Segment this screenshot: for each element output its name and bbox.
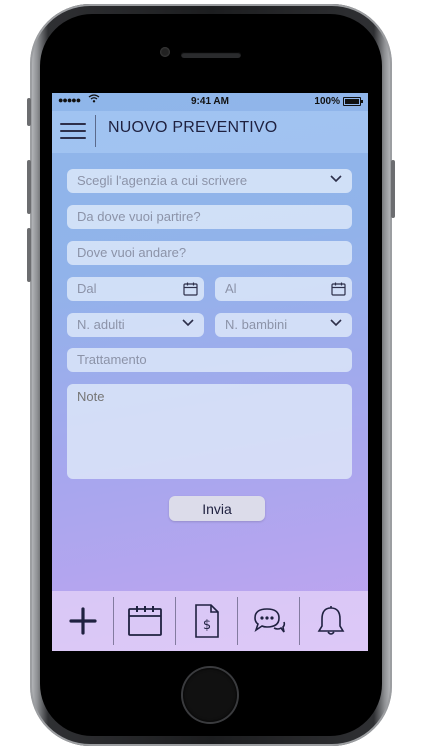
destination-input[interactable]: Dove vuoi andare?: [67, 241, 352, 265]
date-from-input[interactable]: Dal: [67, 277, 204, 301]
header-divider: [95, 115, 96, 147]
svg-text:$: $: [203, 618, 211, 633]
date-from-placeholder: Dal: [77, 281, 97, 296]
battery-icon: [343, 97, 363, 106]
destination-input-placeholder: Dove vuoi andare?: [77, 245, 187, 260]
departure-input-placeholder: Da dove vuoi partire?: [77, 209, 201, 224]
volume-up-button: [27, 160, 31, 214]
front-camera: [160, 47, 170, 57]
power-button: [391, 160, 395, 218]
adults-select[interactable]: N. adulti: [67, 313, 204, 337]
battery-percent: 100%: [314, 96, 340, 107]
app-screen: ●●●●● 9:41 AM 100% NUOVO PREVENTIVO Sceg…: [52, 93, 368, 651]
invoice-icon: $: [195, 604, 219, 638]
tab-messages[interactable]: [238, 591, 300, 651]
bell-icon: [317, 606, 345, 635]
date-to-input[interactable]: Al: [215, 277, 352, 301]
notes-textarea[interactable]: [67, 384, 352, 479]
earpiece-speaker: [181, 52, 241, 58]
app-header: NUOVO PREVENTIVO: [52, 111, 368, 153]
adults-select-placeholder: N. adulti: [77, 317, 125, 332]
submit-button[interactable]: Invia: [169, 496, 265, 521]
date-to-placeholder: Al: [225, 281, 237, 296]
agency-select[interactable]: Scegli l'agenzia a cui scrivere: [67, 169, 352, 193]
page-title: NUOVO PREVENTIVO: [108, 119, 278, 136]
calendar-icon: [128, 606, 162, 636]
home-button[interactable]: [183, 668, 237, 722]
chevron-down-icon: [330, 319, 342, 327]
children-select-placeholder: N. bambini: [225, 317, 288, 332]
treatment-input-placeholder: Trattamento: [77, 352, 147, 367]
chevron-down-icon: [330, 175, 342, 183]
treatment-input[interactable]: Trattamento: [67, 348, 352, 372]
status-bar: ●●●●● 9:41 AM 100%: [52, 93, 368, 111]
calendar-icon: [331, 282, 346, 296]
chat-icon: [254, 608, 286, 633]
tab-notifications[interactable]: [300, 591, 362, 651]
children-select[interactable]: N. bambini: [215, 313, 352, 337]
tab-new[interactable]: [52, 591, 114, 651]
chevron-down-icon: [182, 319, 194, 327]
volume-down-button: [27, 228, 31, 282]
hamburger-icon[interactable]: [60, 119, 86, 143]
departure-input[interactable]: Da dove vuoi partire?: [67, 205, 352, 229]
agency-select-placeholder: Scegli l'agenzia a cui scrivere: [77, 173, 248, 188]
bottom-tab-bar: $: [52, 591, 368, 651]
tab-calendar[interactable]: [114, 591, 176, 651]
plus-icon: [69, 607, 97, 635]
calendar-icon: [183, 282, 198, 296]
tab-quotes[interactable]: $: [176, 591, 238, 651]
silent-switch: [27, 98, 31, 126]
